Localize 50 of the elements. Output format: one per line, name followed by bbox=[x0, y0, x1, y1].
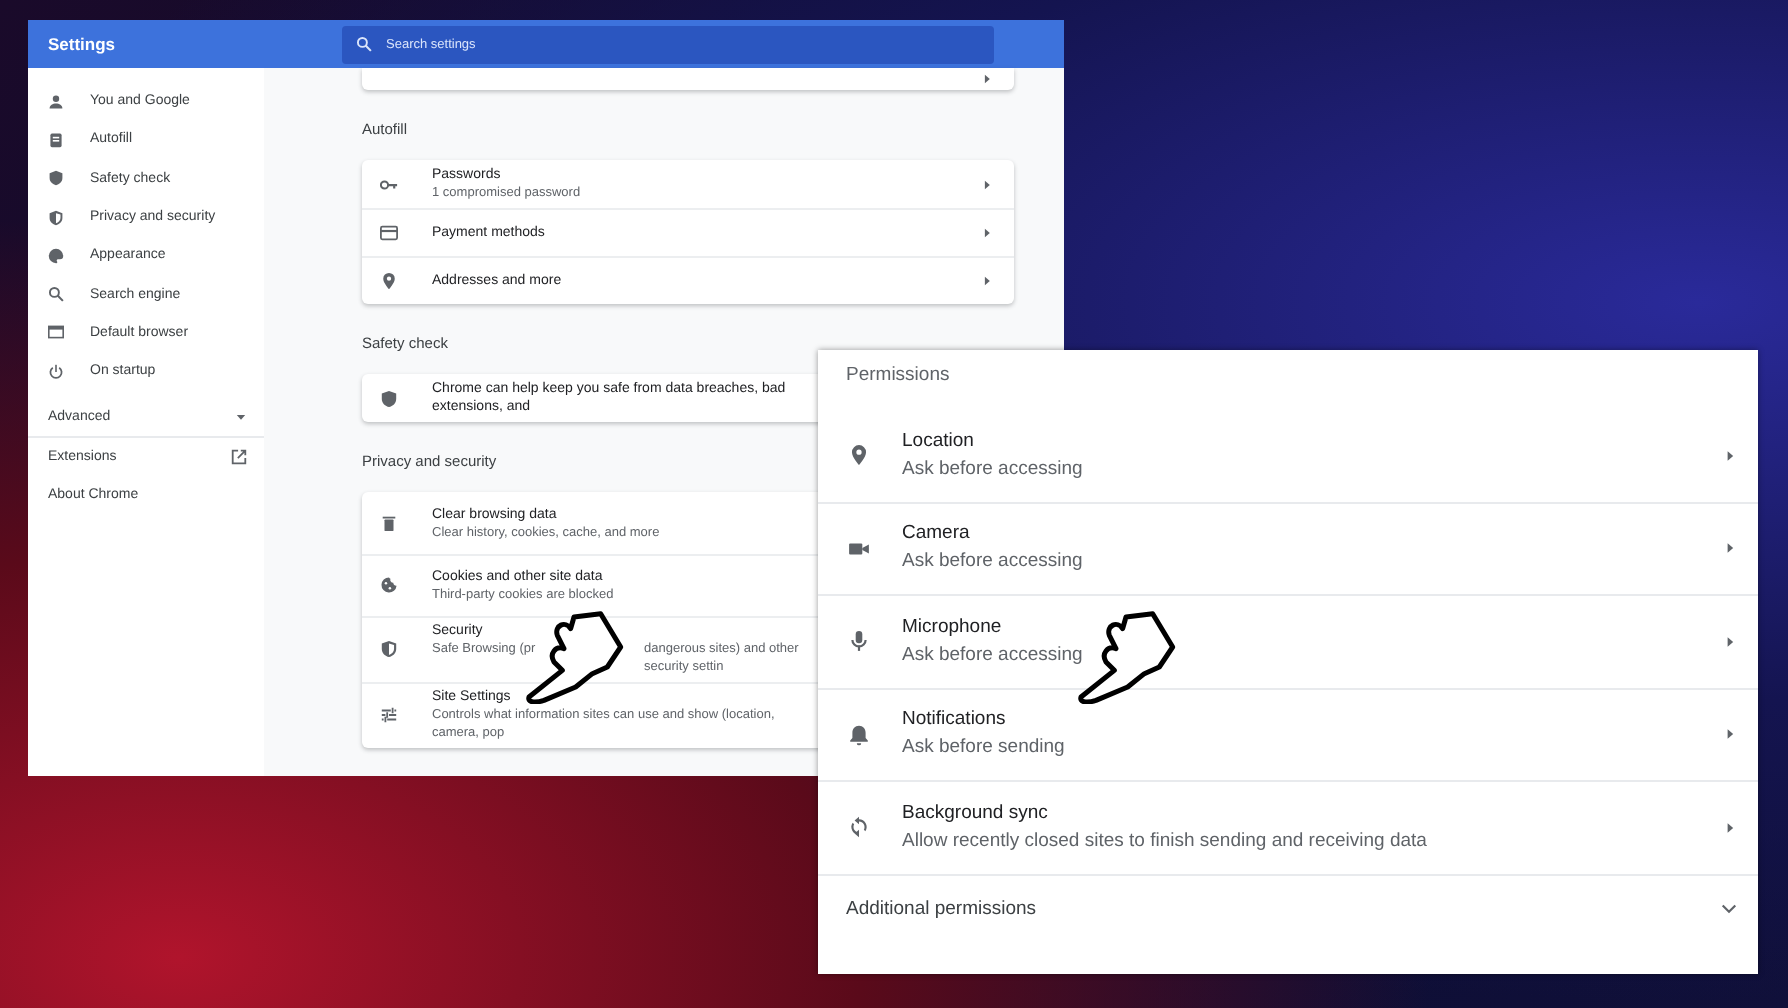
permission-title: Location bbox=[902, 427, 976, 456]
credit-card-icon bbox=[380, 224, 398, 242]
chevron-icon bbox=[980, 274, 994, 288]
chevron-icon bbox=[1722, 540, 1738, 557]
microphone-icon bbox=[848, 630, 870, 653]
chevron-icon bbox=[980, 72, 994, 86]
search-icon bbox=[48, 286, 64, 303]
permission-status: Ask before accessing bbox=[902, 548, 1085, 577]
search-icon bbox=[356, 36, 372, 52]
permission-status: Ask before accessing bbox=[902, 641, 1085, 670]
permission-title: Camera bbox=[902, 520, 972, 549]
sliders-icon bbox=[380, 706, 398, 724]
permission-title: Background sync bbox=[902, 799, 1050, 828]
chevron-icon bbox=[1722, 726, 1738, 743]
external-link-icon bbox=[230, 448, 248, 467]
browser-window-icon bbox=[48, 324, 64, 341]
shield-icon bbox=[380, 389, 398, 407]
key-icon bbox=[380, 175, 398, 193]
shield-icon bbox=[48, 170, 64, 187]
chevron-icon bbox=[1722, 819, 1738, 836]
permission-title: Notifications bbox=[902, 706, 1008, 735]
permission-title: Microphone bbox=[902, 613, 1004, 642]
permission-row[interactable]: Location Ask before accessing bbox=[818, 410, 1758, 503]
chevron-icon bbox=[1722, 447, 1738, 464]
chevron-icon bbox=[980, 177, 994, 191]
trash-icon bbox=[380, 514, 398, 532]
shield-icon bbox=[380, 640, 398, 658]
location-pin-icon bbox=[848, 444, 870, 467]
panel-title: Permissions bbox=[844, 362, 952, 390]
clipboard-icon bbox=[48, 131, 64, 148]
caret-icon bbox=[234, 409, 248, 424]
power-icon bbox=[48, 363, 64, 380]
chevron-down-icon bbox=[1720, 899, 1738, 917]
chevron-icon bbox=[980, 226, 994, 240]
cookie-icon bbox=[380, 576, 398, 594]
person-icon bbox=[48, 93, 64, 110]
permission-status: Ask before sending bbox=[902, 734, 1067, 763]
location-pin-icon bbox=[380, 272, 398, 290]
additional-permissions-toggle[interactable]: Additional permissions bbox=[818, 875, 1758, 941]
shield-icon bbox=[48, 209, 64, 226]
sync-icon bbox=[848, 816, 870, 839]
permission-status: Allow recently closed sites to finish sending and receiving data bbox=[902, 827, 1429, 856]
window-title: Settings bbox=[46, 34, 118, 54]
palette-icon bbox=[48, 247, 64, 264]
permission-row[interactable]: Background sync Allow recently closed sites to finish sending and receiving data bbox=[818, 782, 1758, 875]
bell-icon bbox=[848, 723, 870, 746]
chevron-icon bbox=[1722, 633, 1738, 650]
permission-row[interactable]: Camera Ask before accessing bbox=[818, 503, 1758, 596]
permission-status: Ask before accessing bbox=[902, 455, 1085, 484]
pointing-hand-drawing bbox=[524, 610, 624, 704]
